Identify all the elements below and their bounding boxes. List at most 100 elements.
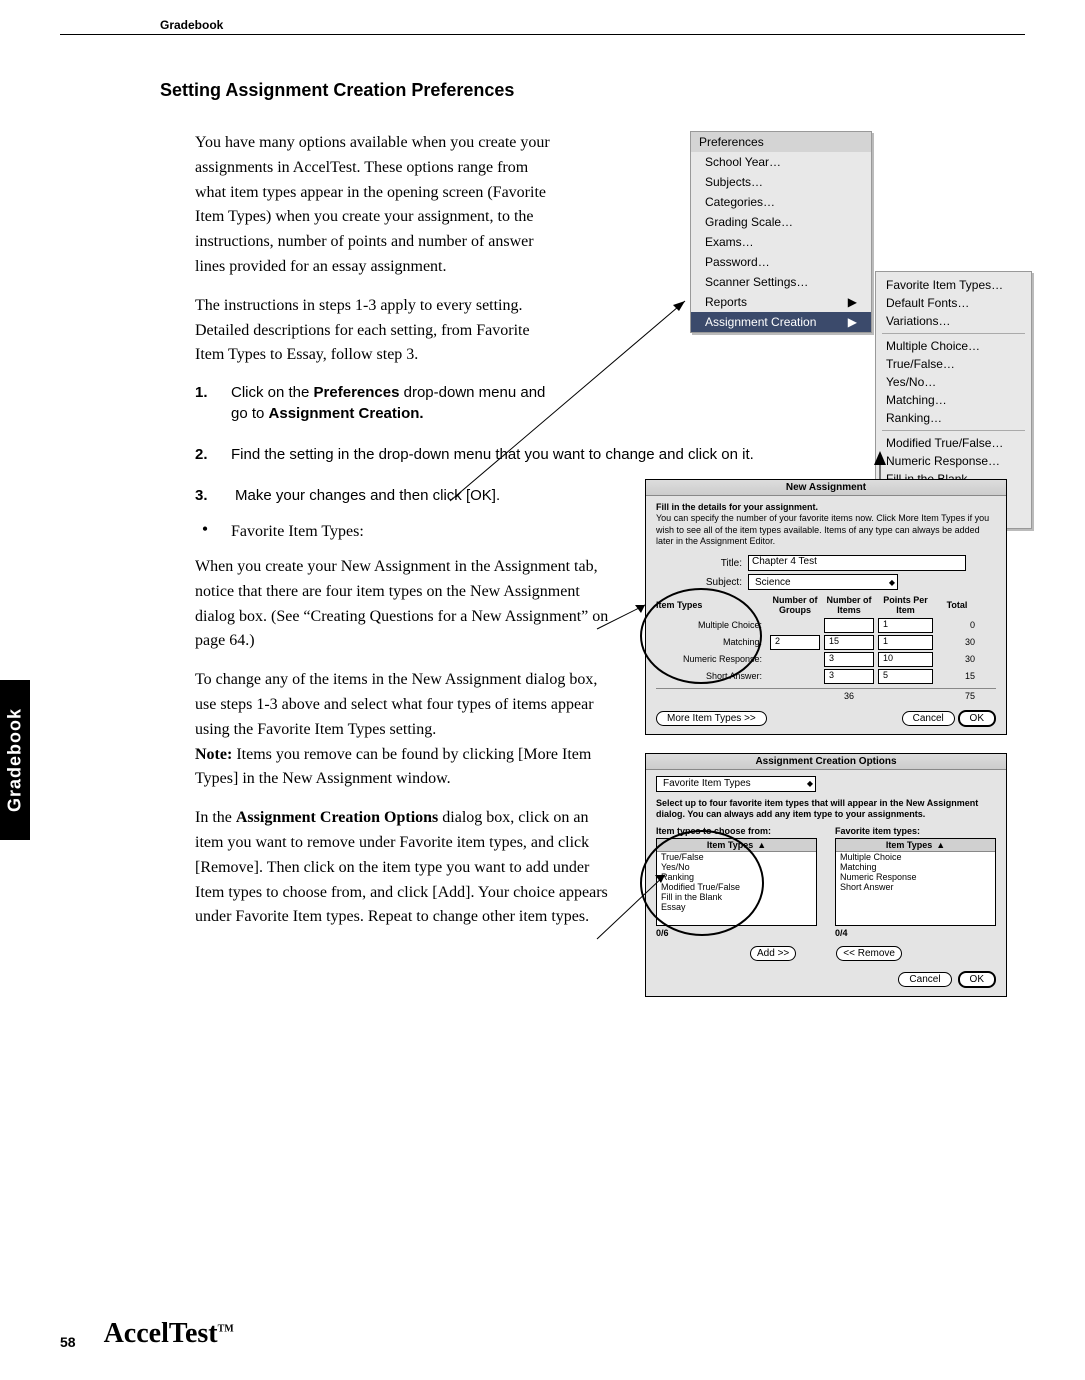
dialog-figures: New Assignment Fill in the details for y… (645, 479, 1025, 1015)
page-footer: 58 AccelTestTM (60, 1318, 234, 1350)
groups-input[interactable]: 2 (770, 635, 820, 650)
dropdown-icon: ◆ (889, 578, 895, 587)
submenu-item[interactable]: Default Fonts… (876, 294, 1031, 312)
list-header: Item Types▲ (836, 839, 995, 852)
lower-row: 3. Make your changes and then click [OK]… (195, 479, 1025, 1015)
callout-circle-icon (640, 830, 764, 936)
favorite-list[interactable]: Item Types▲ Multiple Choice Matching Num… (835, 838, 996, 926)
field-label: Subject: (692, 577, 742, 588)
favorite-column: Favorite item types: Item Types▲ Multipl… (835, 826, 996, 926)
submenu-item[interactable]: Modified True/False… (876, 434, 1031, 452)
section-side-tab: Gradebook (0, 680, 30, 840)
title-input[interactable]: Chapter 4 Test (748, 555, 966, 571)
dialog-intro: Fill in the details for your assignment.… (656, 502, 996, 547)
step-text: Click on the Preferences drop-down menu … (231, 382, 560, 424)
subject-field: Subject: Science ◆ (692, 574, 996, 590)
items-input[interactable]: 3 (824, 669, 874, 684)
list-item[interactable]: Numeric Response (836, 872, 995, 882)
bullet-title: Favorite Item Types: (231, 520, 364, 545)
dialog-body: Fill in the details for your assignment.… (646, 496, 1006, 734)
intro-paragraph-2: The instructions in steps 1-3 apply to e… (195, 294, 560, 368)
remove-button[interactable]: << Remove (836, 946, 902, 961)
bullet-paragraph: To change any of the items in the New As… (195, 668, 615, 792)
submenu-item[interactable]: True/False… (876, 355, 1031, 373)
menu-item[interactable]: Categories… (691, 192, 871, 212)
menu-item-selected[interactable]: Assignment Creation ▶ (691, 312, 871, 332)
menu-item[interactable]: Password… (691, 252, 871, 272)
ok-button[interactable]: OK (958, 971, 996, 988)
more-item-types-button[interactable]: More Item Types >> (656, 711, 767, 726)
dialog-title: Assignment Creation Options (646, 754, 1006, 770)
bullet-paragraph: When you create your New Assignment in t… (195, 555, 615, 654)
lower-left: 3. Make your changes and then click [OK]… (195, 479, 615, 1015)
add-button[interactable]: Add >> (750, 946, 796, 961)
submenu-item[interactable]: Multiple Choice… (876, 337, 1031, 355)
menu-item[interactable]: School Year… (691, 152, 871, 172)
step-3: 3. Make your changes and then click [OK]… (195, 485, 615, 506)
items-input[interactable]: 3 (824, 652, 874, 667)
list-item[interactable]: Short Answer (836, 882, 995, 892)
arrow-right-icon: ▶ (848, 315, 857, 329)
list-item[interactable]: Matching (836, 862, 995, 872)
menu-separator (882, 333, 1025, 334)
dialog-button-row: More Item Types >> Cancel OK (656, 711, 996, 726)
step-number: 2. (195, 444, 215, 465)
sort-icon: ▲ (757, 840, 766, 850)
cancel-button[interactable]: Cancel (902, 711, 955, 726)
menu-title: Preferences (691, 132, 871, 152)
new-assignment-dialog: New Assignment Fill in the details for y… (645, 479, 1007, 735)
menu-item[interactable]: Scanner Settings… (691, 272, 871, 292)
step-list: 3. Make your changes and then click [OK]… (195, 485, 615, 506)
items-input[interactable] (824, 618, 874, 633)
submenu-item[interactable]: Variations… (876, 312, 1031, 330)
dialog-body: Favorite Item Types ◆ Select up to four … (646, 770, 1006, 997)
dropdown-icon: ◆ (807, 779, 813, 788)
sort-icon: ▲ (936, 840, 945, 850)
list-item[interactable]: Multiple Choice (836, 852, 995, 862)
points-input[interactable]: 1 (878, 635, 933, 650)
points-input[interactable]: 5 (878, 669, 933, 684)
menu-item[interactable]: Grading Scale… (691, 212, 871, 232)
points-input[interactable]: 10 (878, 652, 933, 667)
subject-select[interactable]: Science ◆ (748, 574, 898, 590)
section-title: Setting Assignment Creation Preferences (160, 80, 1025, 101)
cancel-button[interactable]: Cancel (898, 972, 951, 987)
field-label: Title: (692, 558, 742, 569)
intro-column: You have many options available when you… (195, 131, 560, 438)
options-type-select[interactable]: Favorite Item Types ◆ (656, 776, 816, 792)
menu-item[interactable]: Exams… (691, 232, 871, 252)
table-totals: 36 75 (656, 691, 996, 701)
callout-circle-icon (640, 588, 762, 684)
intro-row: You have many options available when you… (195, 131, 1025, 438)
dialog-button-row: Cancel OK (656, 971, 996, 988)
submenu-item[interactable]: Yes/No… (876, 373, 1031, 391)
points-input[interactable]: 1 (878, 618, 933, 633)
title-field: Title: Chapter 4 Test (692, 555, 996, 571)
running-head: Gradebook (60, 18, 1025, 35)
step-number: 3. (195, 485, 215, 506)
ok-button[interactable]: OK (958, 710, 996, 727)
menu-separator (882, 430, 1025, 431)
submenu-item[interactable]: Matching… (876, 391, 1031, 409)
submenu-item[interactable]: Ranking… (876, 409, 1031, 427)
step-text: Make your changes and then click [OK]. (231, 485, 615, 506)
step-number: 1. (195, 382, 215, 424)
preferences-menu[interactable]: Preferences School Year… Subjects… Categ… (690, 131, 872, 333)
product-logo: AccelTestTM (104, 1318, 234, 1350)
menu-item[interactable]: Reports ▶ (691, 292, 871, 312)
add-remove-row: Add >> << Remove (656, 946, 996, 961)
trademark-icon: TM (218, 1324, 234, 1335)
dialog-title: New Assignment (646, 480, 1006, 496)
assignment-creation-options-dialog: Assignment Creation Options Favorite Ite… (645, 753, 1007, 998)
items-input[interactable]: 15 (824, 635, 874, 650)
menu-item[interactable]: Subjects… (691, 172, 871, 192)
dialog-description: Select up to four favorite item types th… (656, 798, 996, 821)
bullet-block: • Favorite Item Types: When you create y… (195, 520, 615, 930)
arrow-right-icon: ▶ (848, 295, 857, 309)
bullet-paragraph: In the Assignment Creation Options dialo… (195, 806, 615, 930)
page: Gradebook Setting Assignment Creation Pr… (0, 0, 1085, 1380)
bullet-icon: • (195, 520, 215, 545)
submenu-item[interactable]: Numeric Response… (876, 452, 1031, 470)
step-1: 1. Click on the Preferences drop-down me… (195, 382, 560, 424)
submenu-item[interactable]: Favorite Item Types… (876, 276, 1031, 294)
